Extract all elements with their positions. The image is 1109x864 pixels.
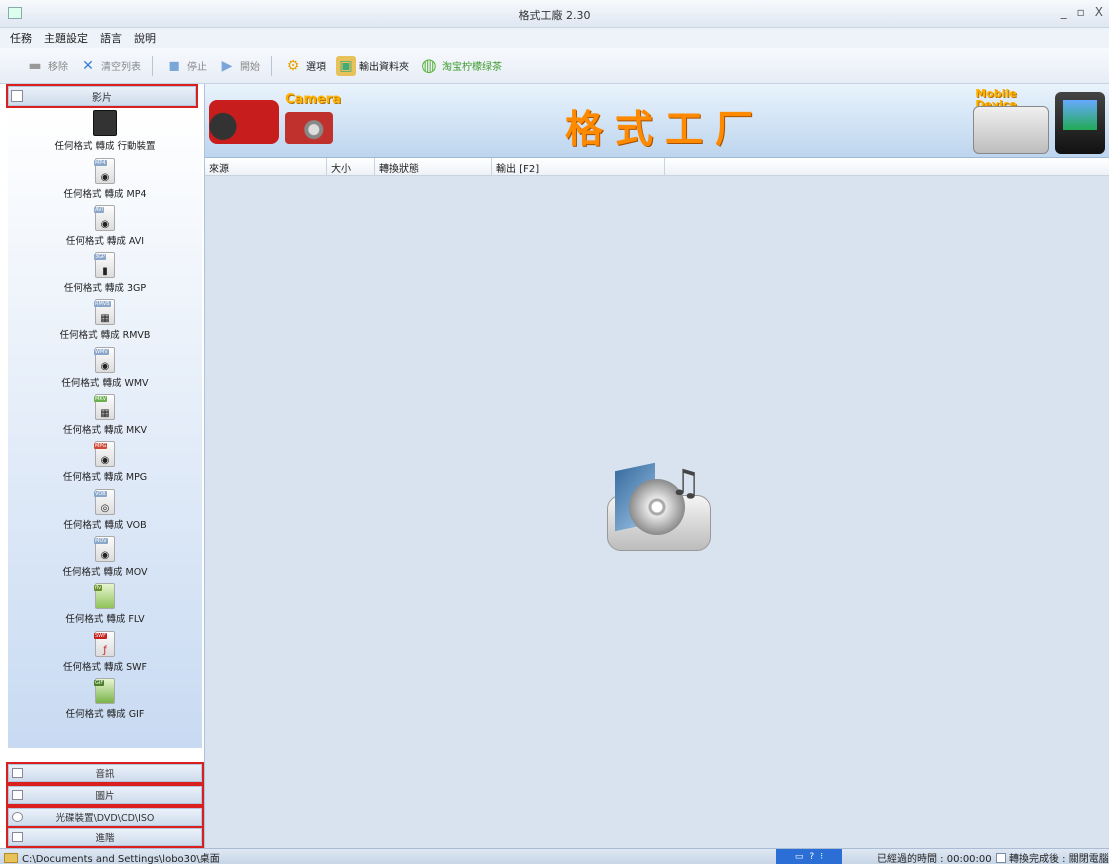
menu-tasks[interactable]: 任務 <box>10 30 32 46</box>
video-format-list: 任何格式 轉成 行動裝置 MP4 ◉ 任何格式 轉成 MP4 AVI ◉ 任何格式 … <box>8 108 202 748</box>
shutdown-checkbox[interactable] <box>996 852 1006 863</box>
stop-icon: ◼ <box>168 57 180 74</box>
column-size[interactable]: 大小 <box>327 158 375 176</box>
format-item-wmv[interactable]: WMV ◉ 任何格式 轉成 WMV <box>8 344 202 391</box>
mov-file-icon: MOV ◉ <box>94 535 115 562</box>
window-controls: _ ▫ X <box>1061 5 1103 19</box>
elapsed-time: 已經過的時間 : 00:00:00 <box>877 854 992 864</box>
video-category-icon <box>11 90 23 102</box>
current-path: C:\Documents and Settings\lobo30\桌面 <box>4 850 220 864</box>
remove-icon: ▬ <box>28 57 42 74</box>
format-item-swf[interactable]: SWF ƒ 任何格式 轉成 SWF <box>8 628 202 675</box>
smartphone-icon <box>1055 92 1105 154</box>
swf-file-icon: SWF ƒ <box>94 630 115 657</box>
menu-skin[interactable]: 主題設定 <box>44 30 88 46</box>
vob-file-icon: VOB ◎ <box>94 488 115 515</box>
status-bar: C:\Documents and Settings\lobo30\桌面 ▭ ? … <box>0 848 1109 864</box>
column-source[interactable]: 來源 <box>205 158 327 176</box>
format-item-avi[interactable]: AVI ◉ 任何格式 轉成 AVI <box>8 203 202 250</box>
format-item-mp4[interactable]: MP4 ◉ 任何格式 轉成 MP4 <box>8 155 202 202</box>
rom-device-category-header[interactable]: 光碟裝置\DVD\CD\ISO <box>6 806 204 828</box>
format-item-3gp[interactable]: 3GP ▮ 任何格式 轉成 3GP <box>8 250 202 297</box>
task-list[interactable]: ♫ <box>205 176 1109 848</box>
system-tray: ▭ ? ⁝ <box>776 849 842 864</box>
keyboard-icon[interactable]: ▭ <box>795 852 804 862</box>
camcorder-icon <box>209 100 279 144</box>
gear-icon: ⚙ <box>286 57 300 74</box>
camera-icon <box>285 112 333 144</box>
camera-label: Camera <box>285 92 341 107</box>
format-item-flv[interactable]: flv 任何格式 轉成 FLV <box>8 581 202 628</box>
mkv-file-icon: MKV ▦ <box>94 394 115 421</box>
title-bar: 格式工廠 2.30 _ ▫ X <box>0 0 1109 28</box>
mobile-device-icon <box>93 110 117 137</box>
rmvb-file-icon: RMVB ▦ <box>94 299 115 326</box>
format-item-mkv[interactable]: MKV ▦ 任何格式 轉成 MKV <box>8 392 202 439</box>
format-factory-logo-icon: ♫ <box>603 459 717 557</box>
column-filler <box>665 158 1109 176</box>
video-category-header[interactable]: 影片 <box>6 84 198 108</box>
3gp-file-icon: 3GP ▮ <box>94 252 115 279</box>
column-status[interactable]: 轉換狀態 <box>375 158 492 176</box>
format-item-rmvb[interactable]: RMVB ▦ 任何格式 轉成 RMVB <box>8 297 202 344</box>
sidebar: 影片 任何格式 轉成 行動裝置 MP4 ◉ 任何格式 轉成 MP4 AVI ◉ 任何… <box>0 84 205 848</box>
pda-icon <box>973 106 1049 154</box>
output-folder-button[interactable]: ▣ 輸出資料夾 <box>333 55 412 76</box>
toolbar: ▬ 移除 ✕ 清空列表 ◼ 停止 ▶ 開始 ⚙ 選項 ▣ 輸出資料夾 ◍ 淘宝柠… <box>0 48 1109 84</box>
taobao-link[interactable]: ◍ 淘宝柠檬绿茶 <box>416 55 505 76</box>
flv-file-icon: flv <box>94 583 115 610</box>
minimize-button[interactable]: _ <box>1061 5 1067 19</box>
folder-icon <box>4 852 18 863</box>
close-button[interactable]: X <box>1095 5 1103 19</box>
clear-x-icon: ✕ <box>82 57 94 74</box>
format-item-mov[interactable]: MOV ◉ 任何格式 轉成 MOV <box>8 534 202 581</box>
menu-language[interactable]: 語言 <box>100 30 122 46</box>
menu-help[interactable]: 說明 <box>134 30 156 46</box>
gif-file-icon: GIF <box>94 677 115 704</box>
audio-category-header[interactable]: 音訊 <box>6 762 204 784</box>
remove-button[interactable]: ▬ 移除 <box>22 56 71 76</box>
banner: Camera 格式工厂 Mobile Device <box>205 84 1109 158</box>
mp4-file-icon: MP4 ◉ <box>94 157 115 184</box>
audio-icon <box>12 768 23 778</box>
format-item-mpg[interactable]: MPG ◉ 任何格式 轉成 MPG <box>8 439 202 486</box>
start-icon: ▶ <box>221 57 233 74</box>
picture-category-header[interactable]: 圖片 <box>6 784 204 806</box>
start-button[interactable]: ▶ 開始 <box>214 56 263 76</box>
mpg-file-icon: MPG ◉ <box>94 441 115 468</box>
clear-list-button[interactable]: ✕ 清空列表 <box>75 56 144 76</box>
tray-expand-icon[interactable]: ⁝ <box>820 852 823 862</box>
avi-file-icon: AVI ◉ <box>94 204 115 231</box>
format-item-vob[interactable]: VOB ◎ 任何格式 轉成 VOB <box>8 486 202 533</box>
brand-logo-text: 格式工厂 <box>565 107 766 151</box>
disc-icon <box>12 812 23 822</box>
advanced-category-header[interactable]: 進階 <box>6 826 204 848</box>
folder-icon: ▣ <box>336 55 356 76</box>
format-item-gif[interactable]: GIF 任何格式 轉成 GIF <box>8 676 202 723</box>
help-icon[interactable]: ? <box>809 852 814 862</box>
after-convert-option[interactable]: 轉換完成後 : 關閉電腦 <box>996 850 1109 864</box>
toolbar-separator <box>271 55 272 76</box>
picture-icon <box>12 790 23 800</box>
window-title: 格式工廠 2.30 <box>518 9 591 22</box>
options-button[interactable]: ⚙ 選項 <box>280 56 329 76</box>
wmv-file-icon: WMV ◉ <box>94 346 115 373</box>
maximize-button[interactable]: ▫ <box>1077 5 1085 19</box>
globe-icon: ◍ <box>421 55 437 76</box>
toolbar-separator <box>152 55 153 76</box>
advanced-icon <box>12 832 23 842</box>
format-item-mobile[interactable]: 任何格式 轉成 行動裝置 <box>8 108 202 155</box>
menu-bar: 任務 主題設定 語言 說明 <box>0 28 1109 48</box>
task-list-header: 來源 大小 轉換狀態 輸出 [F2] <box>205 158 1109 176</box>
stop-button[interactable]: ◼ 停止 <box>161 56 210 76</box>
column-output[interactable]: 輸出 [F2] <box>492 158 665 176</box>
